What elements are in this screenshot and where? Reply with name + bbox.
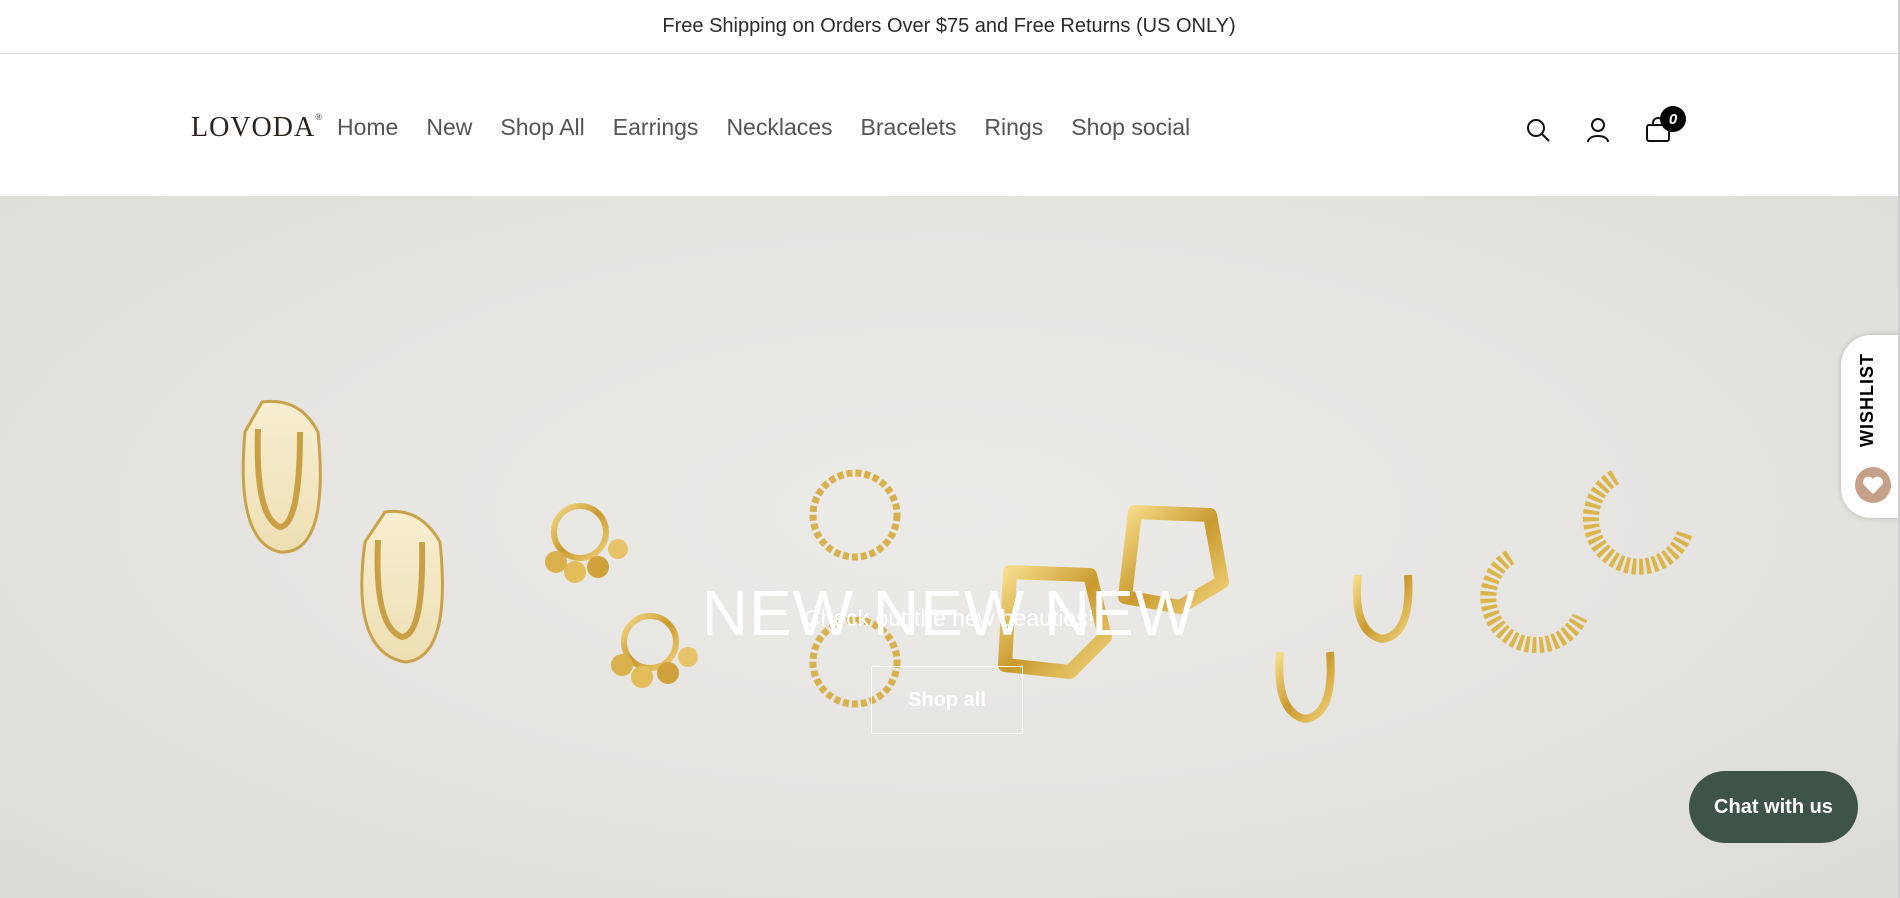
- header-icons: 0: [1522, 106, 1702, 146]
- search-button[interactable]: [1522, 114, 1554, 146]
- account-button[interactable]: [1582, 114, 1614, 146]
- announcement-bar: Free Shipping on Orders Over $75 and Fre…: [0, 0, 1898, 54]
- logo-mark: ®: [315, 111, 324, 122]
- main-nav: Home New Shop All Earrings Necklaces Bra…: [337, 114, 1218, 141]
- hero-subtitle: Check out the new beauties!: [803, 605, 1095, 631]
- logo-text: LOVODA: [191, 112, 316, 143]
- shop-all-button[interactable]: Shop all: [871, 666, 1023, 734]
- site-header: LOVODA® Home New Shop All Earrings Neckl…: [0, 54, 1898, 197]
- nav-item-earrings[interactable]: Earrings: [613, 114, 699, 141]
- wishlist-tab[interactable]: WISHLIST: [1841, 335, 1900, 518]
- nav-item-new[interactable]: New: [426, 114, 472, 141]
- nav-item-necklaces[interactable]: Necklaces: [726, 114, 832, 141]
- nav-item-home[interactable]: Home: [337, 114, 398, 141]
- search-icon: [1527, 119, 1550, 142]
- account-icon: [1587, 118, 1609, 143]
- nav-item-rings[interactable]: Rings: [984, 114, 1043, 141]
- logo[interactable]: LOVODA®: [191, 112, 323, 144]
- announcement-text: Free Shipping on Orders Over $75 and Fre…: [662, 15, 1236, 37]
- heart-icon: [1855, 467, 1891, 503]
- wishlist-label: WISHLIST: [1857, 353, 1877, 447]
- chat-button[interactable]: Chat with us: [1689, 771, 1858, 843]
- hero-image: [241, 399, 1693, 724]
- hero-banner: NEW NEW NEW Check out the new beauties! …: [0, 197, 1898, 898]
- nav-item-bracelets[interactable]: Bracelets: [861, 114, 957, 141]
- nav-item-shop-all[interactable]: Shop All: [500, 114, 584, 141]
- cart-count-badge: 0: [1660, 106, 1686, 132]
- nav-item-shop-social[interactable]: Shop social: [1071, 114, 1190, 141]
- cart-button[interactable]: 0: [1642, 106, 1686, 146]
